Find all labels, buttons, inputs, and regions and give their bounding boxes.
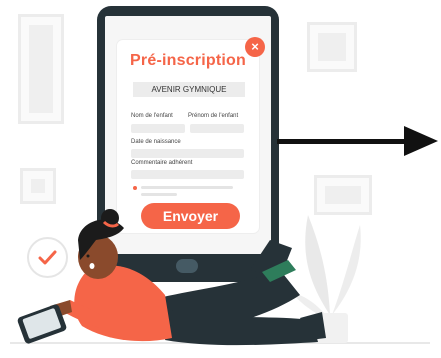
firstname-input[interactable] bbox=[190, 124, 244, 133]
arrow-right-icon bbox=[404, 126, 438, 156]
form-title: Pré-inscription bbox=[130, 52, 246, 69]
wall-frame-small bbox=[20, 168, 56, 204]
person-illustration bbox=[17, 209, 326, 346]
comment-input[interactable] bbox=[131, 170, 244, 179]
wall-frame-right-top bbox=[307, 22, 357, 72]
consent-line-2 bbox=[141, 193, 177, 196]
arrow-shaft bbox=[277, 139, 411, 144]
wall-frame-left bbox=[18, 14, 64, 124]
consent-radio[interactable] bbox=[133, 186, 137, 190]
comment-label: Commentaire adhérent bbox=[131, 160, 193, 166]
birthdate-label: Date de naissance bbox=[131, 139, 181, 145]
club-name-field: AVENIR GYMNIQUE bbox=[133, 82, 245, 97]
firstname-label: Prénom de l'enfant bbox=[188, 113, 239, 119]
consent-line-1 bbox=[141, 186, 233, 189]
lastname-input[interactable] bbox=[131, 124, 185, 133]
birthdate-input[interactable] bbox=[131, 149, 244, 158]
lastname-label: Nom de l'enfant bbox=[131, 113, 173, 119]
